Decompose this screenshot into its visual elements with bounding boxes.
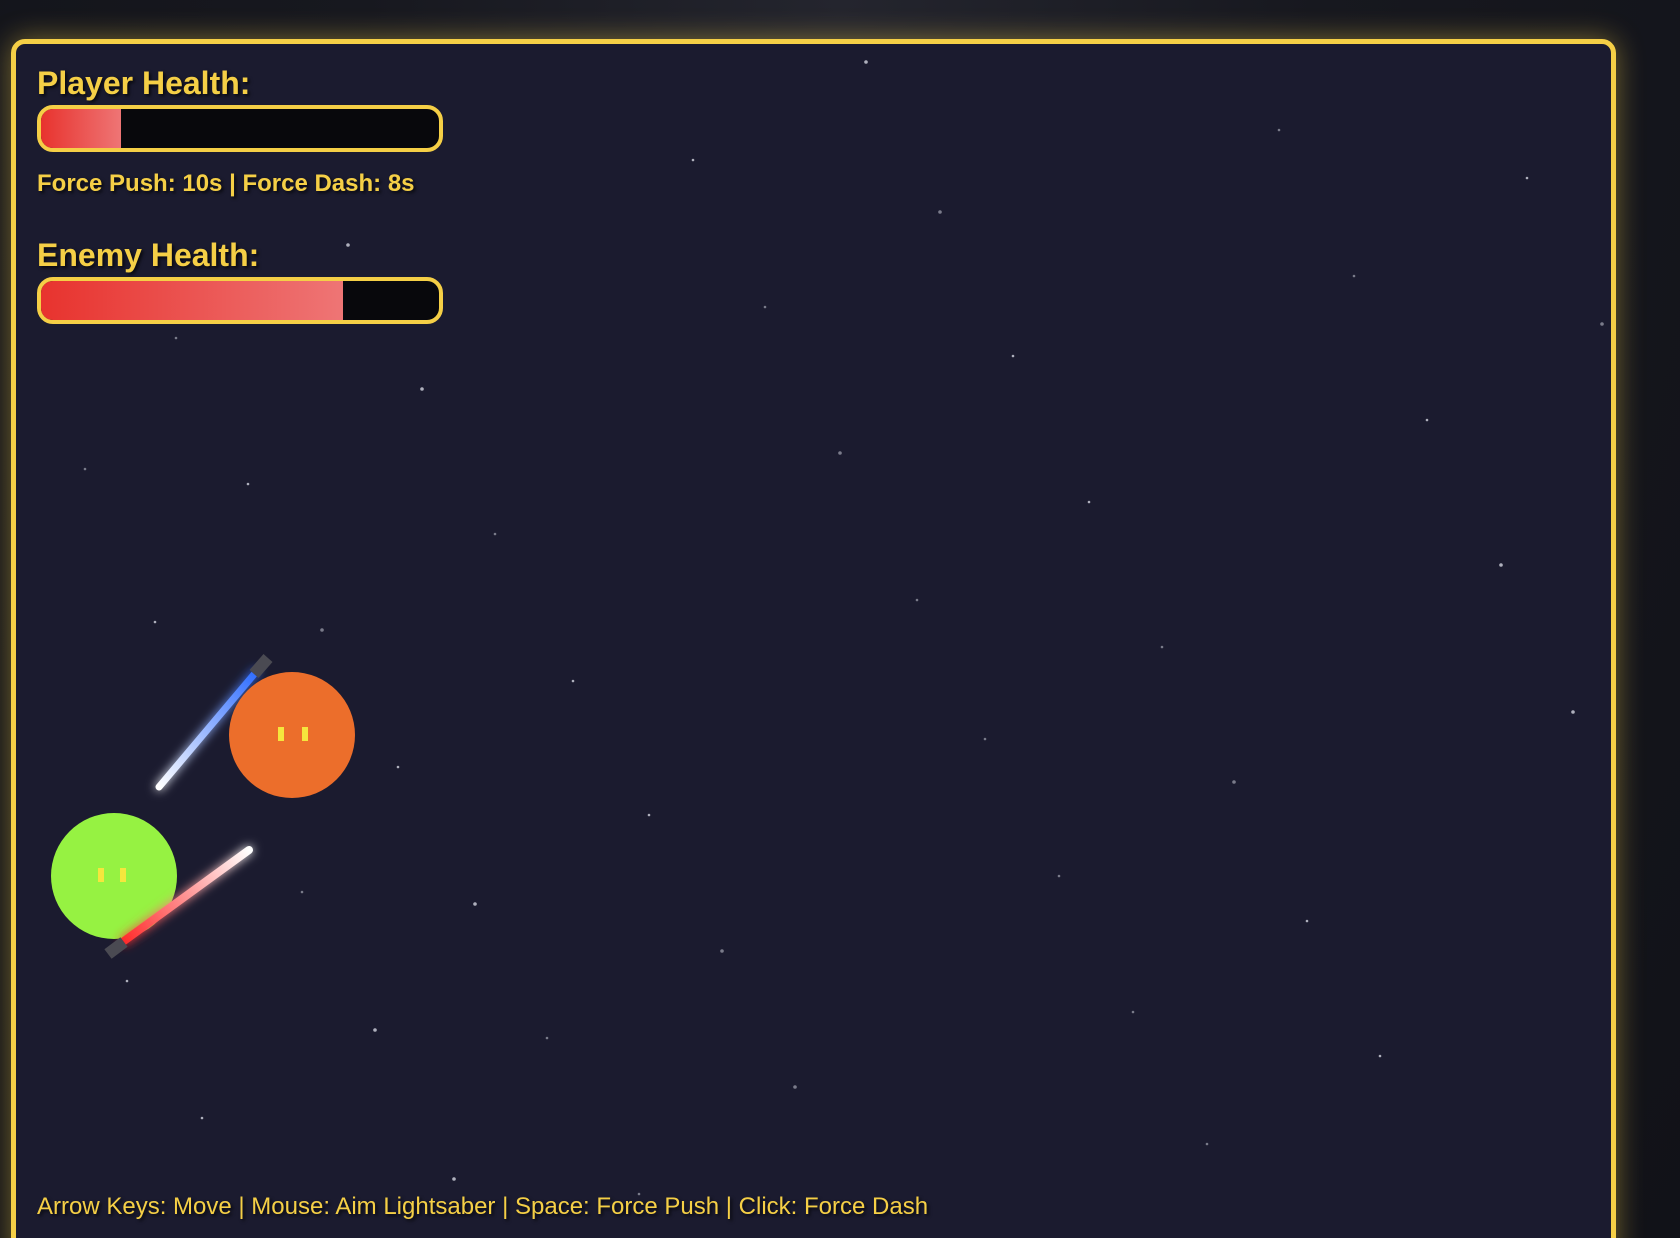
star bbox=[545, 1036, 549, 1040]
star bbox=[1087, 500, 1091, 504]
star bbox=[493, 532, 497, 536]
arena-canvas[interactable] bbox=[16, 44, 1611, 1238]
star bbox=[864, 60, 868, 64]
star bbox=[246, 482, 250, 486]
star bbox=[983, 737, 987, 741]
star bbox=[300, 890, 304, 894]
player-health-bar bbox=[37, 105, 443, 152]
star bbox=[373, 1028, 377, 1032]
enemy-character bbox=[155, 654, 355, 798]
player-health-fill bbox=[41, 109, 121, 148]
player-character bbox=[51, 813, 253, 959]
star bbox=[125, 979, 129, 983]
star bbox=[1232, 780, 1236, 784]
starfield bbox=[83, 60, 1604, 1196]
star bbox=[200, 1116, 204, 1120]
star bbox=[793, 1085, 797, 1089]
star bbox=[153, 620, 157, 624]
star bbox=[473, 902, 477, 906]
star bbox=[1277, 128, 1281, 132]
star bbox=[396, 765, 400, 769]
star bbox=[83, 467, 87, 471]
star bbox=[452, 1177, 456, 1181]
star bbox=[1011, 354, 1015, 358]
game-frame: Player Health: Force Push: 10s | Force D… bbox=[11, 39, 1616, 1238]
star bbox=[1571, 710, 1575, 714]
star bbox=[915, 598, 919, 602]
star bbox=[571, 679, 575, 683]
cooldown-status: Force Push: 10s | Force Dash: 8s bbox=[37, 170, 415, 197]
star bbox=[1205, 1142, 1209, 1146]
enemy-body bbox=[229, 672, 355, 798]
star bbox=[420, 387, 424, 391]
player-health-label: Player Health: bbox=[37, 65, 251, 101]
star bbox=[647, 813, 651, 817]
star bbox=[1499, 563, 1503, 567]
star bbox=[1352, 274, 1356, 278]
enemy-health-fill bbox=[41, 281, 344, 320]
enemy-lightsaber-hilt bbox=[249, 654, 273, 678]
star bbox=[174, 336, 178, 340]
controls-help-text: Arrow Keys: Move | Mouse: Aim Lightsaber… bbox=[37, 1193, 929, 1220]
enemy-health-bar bbox=[37, 277, 443, 324]
player-eye-right bbox=[120, 868, 126, 882]
star bbox=[838, 451, 842, 455]
player-lightsaber-hilt bbox=[104, 937, 128, 959]
star bbox=[1600, 322, 1604, 326]
star bbox=[320, 628, 324, 632]
star bbox=[1057, 874, 1061, 878]
star bbox=[1378, 1054, 1382, 1058]
star bbox=[938, 210, 942, 214]
enemy-health-label: Enemy Health: bbox=[37, 237, 260, 273]
player-eye-left bbox=[98, 868, 104, 882]
star bbox=[691, 158, 695, 162]
star bbox=[1525, 176, 1529, 180]
star bbox=[1305, 919, 1309, 923]
star bbox=[720, 949, 724, 953]
star bbox=[763, 305, 767, 309]
enemy-eye-right bbox=[302, 727, 308, 741]
star bbox=[1160, 645, 1164, 649]
star bbox=[346, 243, 350, 247]
star bbox=[1425, 418, 1429, 422]
enemy-eye-left bbox=[278, 727, 284, 741]
star bbox=[1131, 1010, 1135, 1014]
